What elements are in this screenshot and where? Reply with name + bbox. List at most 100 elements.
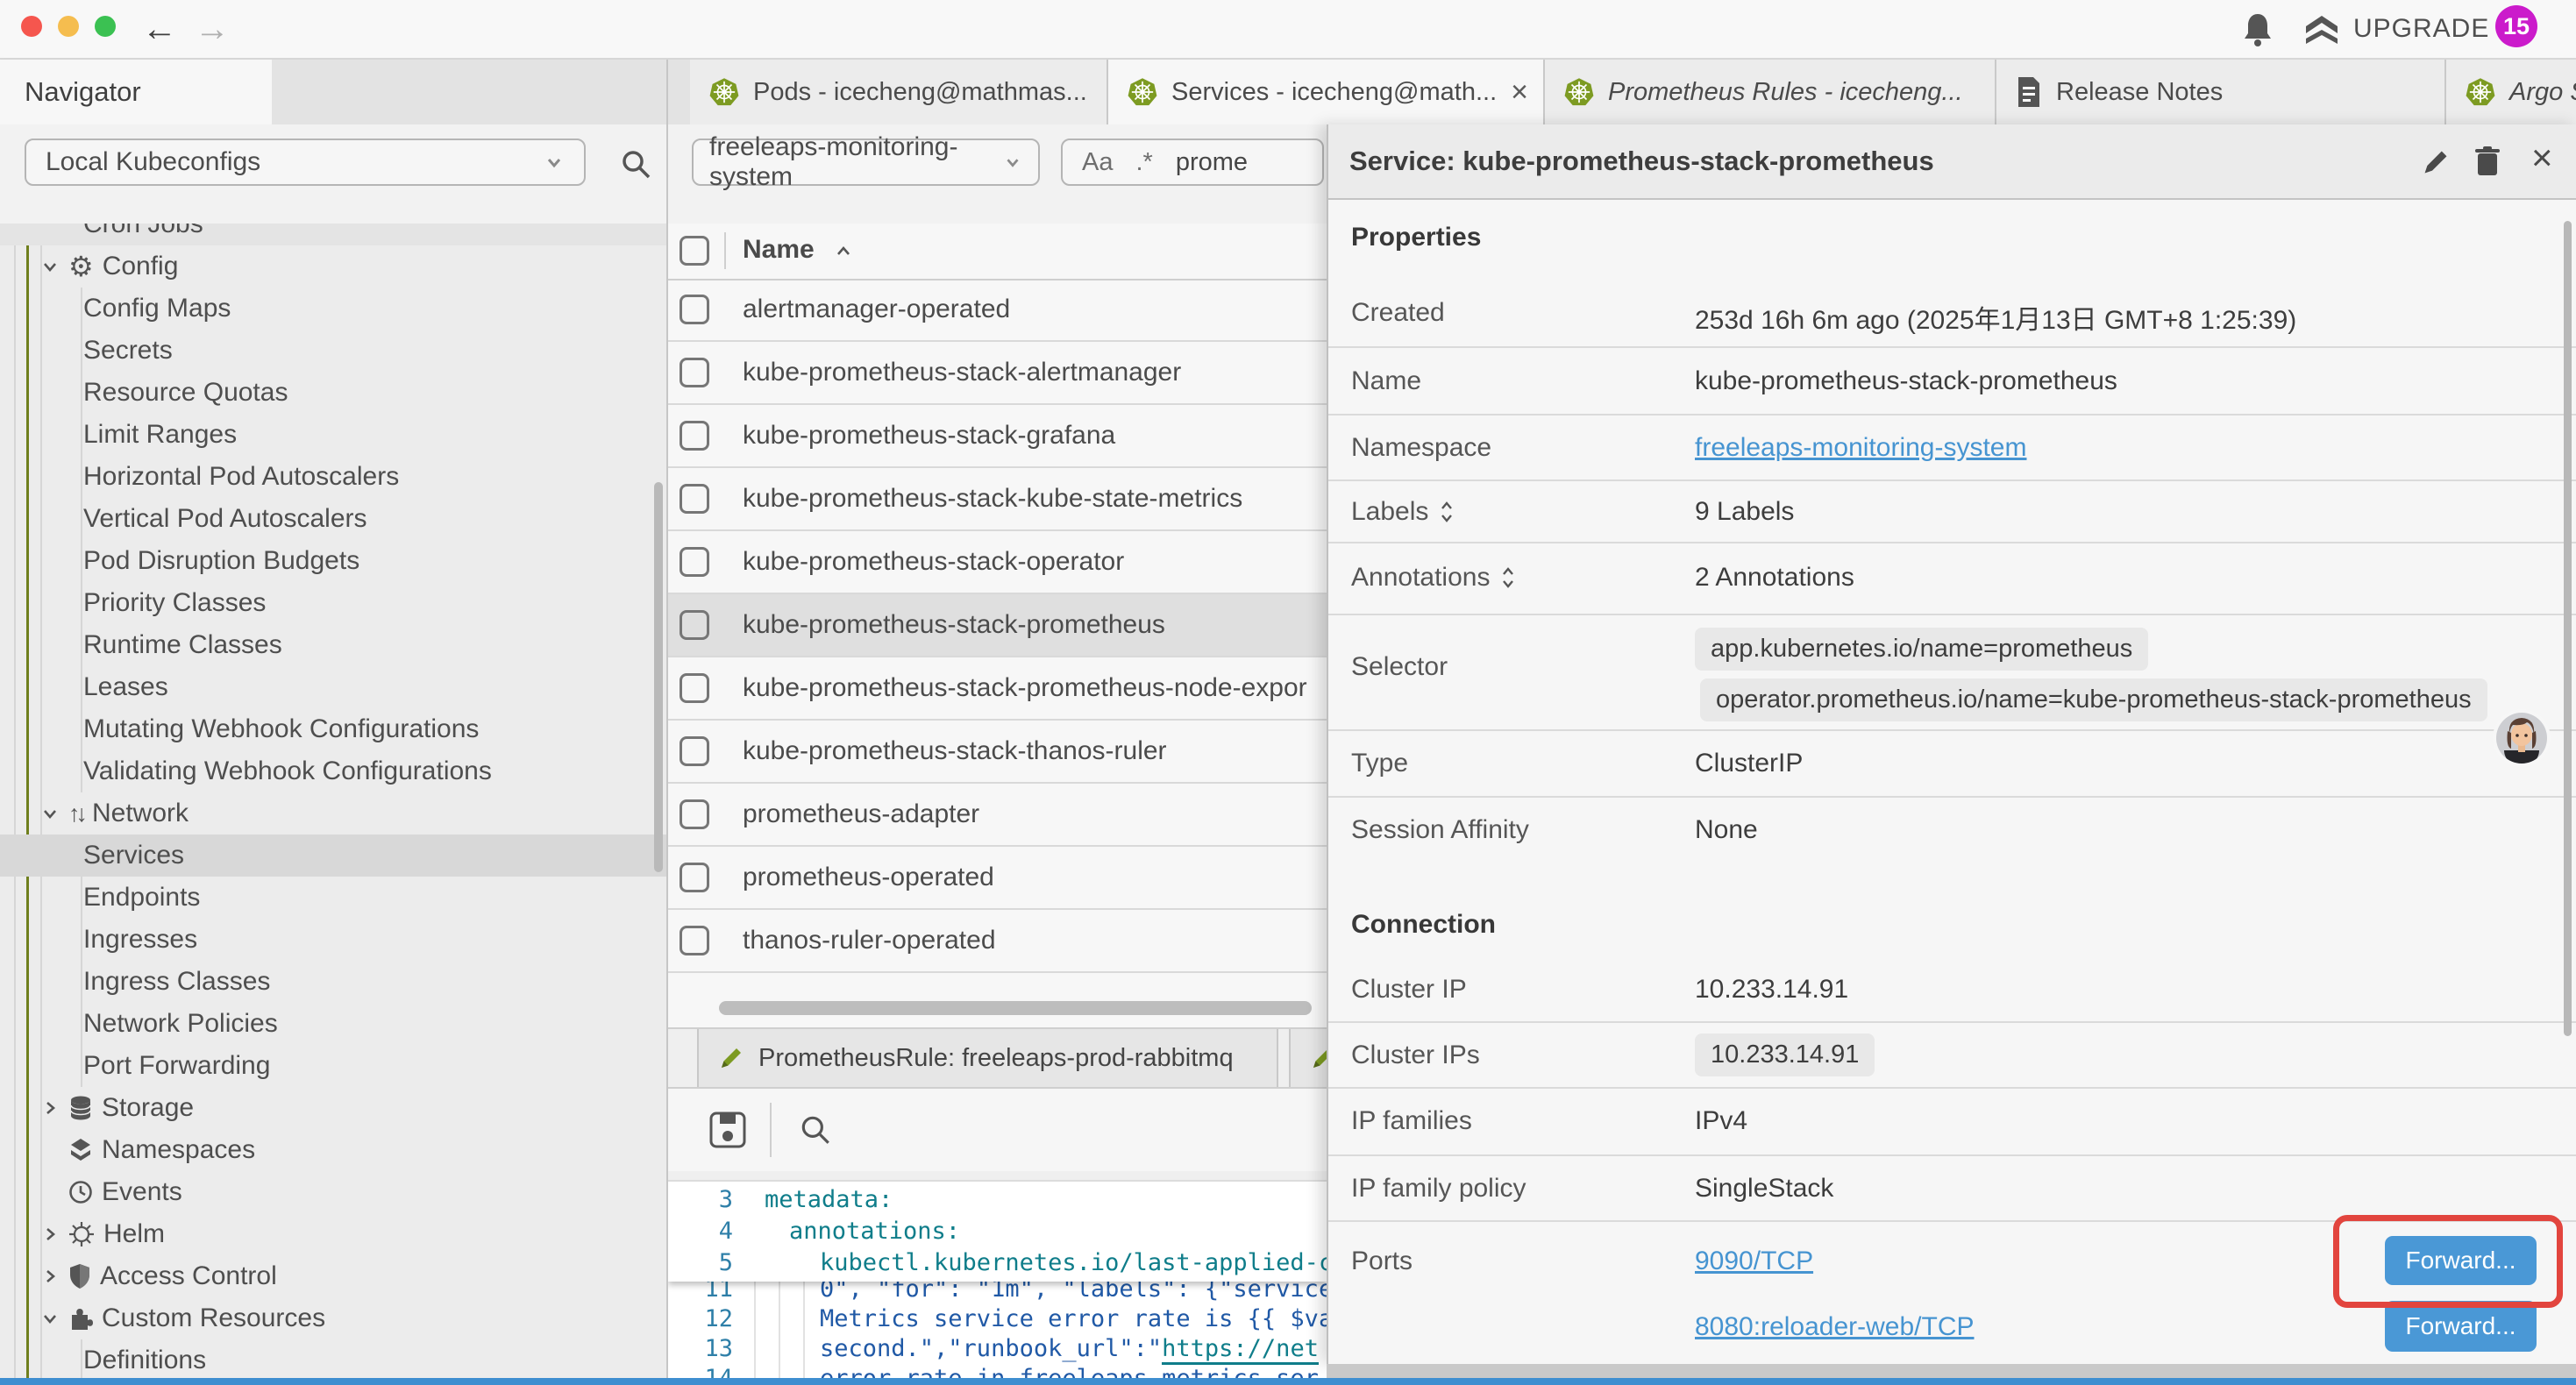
regex-toggle[interactable]: .* — [1135, 148, 1152, 177]
port-link-8080[interactable]: 8080:reloader-web/TCP — [1695, 1312, 1975, 1342]
sidebar-item-priority-classes[interactable]: Priority Classes — [0, 582, 666, 624]
annotation-highlight-box — [2333, 1215, 2563, 1308]
sidebar-item-vertical-pod-autoscalers[interactable]: Vertical Pod Autoscalers — [0, 498, 666, 540]
table-row[interactable]: kube-prometheus-stack-thanos-ruler — [668, 721, 1327, 784]
row-checkbox[interactable] — [680, 295, 709, 324]
sidebar-search-icon[interactable] — [619, 147, 652, 181]
namespace-link[interactable]: freeleaps-monitoring-system — [1695, 433, 2026, 463]
sidebar-item-resource-quotas[interactable]: Resource Quotas — [0, 372, 666, 414]
sidebar-item-helm[interactable]: Helm — [0, 1213, 666, 1255]
editor-search-icon[interactable] — [798, 1112, 833, 1147]
close-icon[interactable]: × — [2531, 137, 2553, 179]
sidebar-item-events[interactable]: Events — [0, 1171, 666, 1213]
table-row[interactable]: kube-prometheus-stack-prometheus-node-ex… — [668, 657, 1327, 721]
row-checkbox[interactable] — [680, 863, 709, 892]
tab-close-icon[interactable]: × — [1511, 75, 1528, 110]
table-row[interactable]: kube-prometheus-stack-grafana — [668, 405, 1327, 468]
panel-horizontal-scrollbar-track[interactable] — [1327, 1364, 2576, 1378]
forward-button-8080[interactable]: Forward... — [2385, 1301, 2537, 1352]
row-checkbox[interactable] — [680, 358, 709, 387]
save-icon[interactable] — [708, 1111, 747, 1149]
yaml-editor[interactable]: 11 0", "for": "1m", "labels": {"service"… — [668, 1182, 1327, 1378]
editor-tab-prometheusrule[interactable]: PrometheusRule: freeleaps-prod-rabbitmq — [697, 1029, 1278, 1087]
sidebar-item-limit-ranges[interactable]: Limit Ranges — [0, 414, 666, 456]
sidebar-item-port-forwarding[interactable]: Port Forwarding — [0, 1045, 666, 1087]
kubeconfig-selector[interactable]: Local Kubeconfigs — [25, 138, 586, 186]
tab-prometheus-rules[interactable]: Prometheus Rules - icecheng... — [1545, 60, 1996, 124]
sidebar-item-storage[interactable]: Storage — [0, 1087, 666, 1129]
table-row[interactable]: prometheus-adapter — [668, 784, 1327, 847]
tab-release-notes[interactable]: Release Notes — [1996, 60, 2446, 124]
sidebar-item-runtime-classes[interactable]: Runtime Classes — [0, 624, 666, 666]
editor-tab-partial[interactable] — [1289, 1029, 1327, 1087]
table-row[interactable]: kube-prometheus-stack-alertmanager — [668, 342, 1327, 405]
sidebar-item-namespaces[interactable]: Namespaces — [0, 1129, 666, 1171]
sidebar-item-network-policies[interactable]: Network Policies — [0, 1003, 666, 1045]
back-button[interactable]: ← — [142, 0, 177, 58]
tab-argo[interactable]: Argo Se — [2446, 60, 2576, 124]
panel-scrollbar[interactable] — [2564, 221, 2572, 1036]
code-link[interactable]: https://net — [1162, 1335, 1319, 1365]
sidebar-item-services[interactable]: Services — [0, 835, 666, 877]
sidebar-item-definitions[interactable]: Definitions — [0, 1339, 666, 1378]
forward-button[interactable]: → — [195, 0, 230, 58]
upgrade-icon[interactable] — [2302, 11, 2341, 47]
row-checkbox[interactable] — [680, 799, 709, 829]
sidebar-scrollbar[interactable] — [654, 482, 663, 872]
sidebar-item-validating-webhook-configurations[interactable]: Validating Webhook Configurations — [0, 750, 666, 792]
sidebar-item-ingresses[interactable]: Ingresses — [0, 919, 666, 961]
row-checkbox[interactable] — [680, 547, 709, 577]
sidebar-item-cron-jobs[interactable]: Cron Jobs — [0, 224, 666, 245]
upgrade-label[interactable]: UPGRADE — [2353, 14, 2489, 44]
sidebar-item-horizontal-pod-autoscalers[interactable]: Horizontal Pod Autoscalers — [0, 456, 666, 498]
window-minimize-button[interactable] — [58, 16, 79, 37]
tab-services[interactable]: Services - icecheng@math... × — [1108, 60, 1545, 124]
kubernetes-icon — [1128, 77, 1157, 107]
sidebar-item-ingress-classes[interactable]: Ingress Classes — [0, 961, 666, 1003]
sidebar-item-secrets[interactable]: Secrets — [0, 330, 666, 372]
sidebar-item-mutating-webhook-configurations[interactable]: Mutating Webhook Configurations — [0, 708, 666, 750]
sidebar-item-endpoints[interactable]: Endpoints — [0, 877, 666, 919]
sidebar-item-pod-disruption-budgets[interactable]: Pod Disruption Budgets — [0, 540, 666, 582]
pane-divider[interactable] — [666, 60, 668, 1378]
row-checkbox[interactable] — [680, 736, 709, 766]
column-header-name[interactable]: Name — [743, 235, 815, 265]
tab-pods[interactable]: Pods - icecheng@mathmas... — [690, 60, 1108, 124]
port-link-9090[interactable]: 9090/TCP — [1695, 1246, 1813, 1276]
account-badge[interactable]: 15 — [2495, 5, 2537, 47]
table-row[interactable]: alertmanager-operated — [668, 279, 1327, 342]
table-row[interactable]: prometheus-operated — [668, 847, 1327, 910]
table-row[interactable]: kube-prometheus-stack-operator — [668, 531, 1327, 594]
sidebar-item-config[interactable]: ⚙ Config — [0, 245, 666, 288]
row-checkbox[interactable] — [680, 926, 709, 955]
window-zoom-button[interactable] — [95, 16, 116, 37]
expand-collapse-icon[interactable] — [1439, 499, 1455, 525]
row-checkbox[interactable] — [680, 673, 709, 703]
expand-collapse-icon[interactable] — [1500, 565, 1516, 591]
network-arrows-icon: ↑↓ — [68, 800, 83, 827]
select-all-checkbox[interactable] — [680, 236, 709, 266]
sidebar-item-leases[interactable]: Leases — [0, 666, 666, 708]
table-horizontal-scrollbar[interactable] — [719, 1001, 1312, 1015]
table-row-selected[interactable]: kube-prometheus-stack-prometheus — [668, 594, 1327, 657]
table-row[interactable]: thanos-ruler-operated — [668, 910, 1327, 973]
assistant-avatar[interactable] — [2492, 708, 2551, 768]
property-row-annotations: Annotations 2 Annotations — [1328, 543, 2576, 615]
sidebar-item-access-control[interactable]: Access Control — [0, 1255, 666, 1297]
delete-trash-icon[interactable] — [2473, 146, 2501, 177]
sort-ascending-icon[interactable] — [833, 241, 854, 262]
table-row[interactable]: kube-prometheus-stack-kube-state-metrics — [668, 468, 1327, 531]
name-search-input[interactable]: Aa .* prome — [1061, 138, 1324, 186]
notifications-bell-icon[interactable] — [2241, 12, 2274, 47]
sidebar-item-config-maps[interactable]: Config Maps — [0, 288, 666, 330]
property-row-type: Type ClusterIP — [1328, 731, 2576, 798]
row-checkbox[interactable] — [680, 484, 709, 514]
sidebar-item-custom-resources[interactable]: Custom Resources — [0, 1297, 666, 1339]
row-checkbox[interactable] — [680, 610, 709, 640]
edit-icon[interactable] — [2421, 147, 2451, 177]
match-case-toggle[interactable]: Aa — [1082, 148, 1113, 177]
sidebar-item-network[interactable]: ↑↓ Network — [0, 792, 666, 835]
row-checkbox[interactable] — [680, 421, 709, 451]
window-close-button[interactable] — [21, 16, 42, 37]
namespace-filter-dropdown[interactable]: freeleaps-monitoring-system — [692, 138, 1040, 186]
